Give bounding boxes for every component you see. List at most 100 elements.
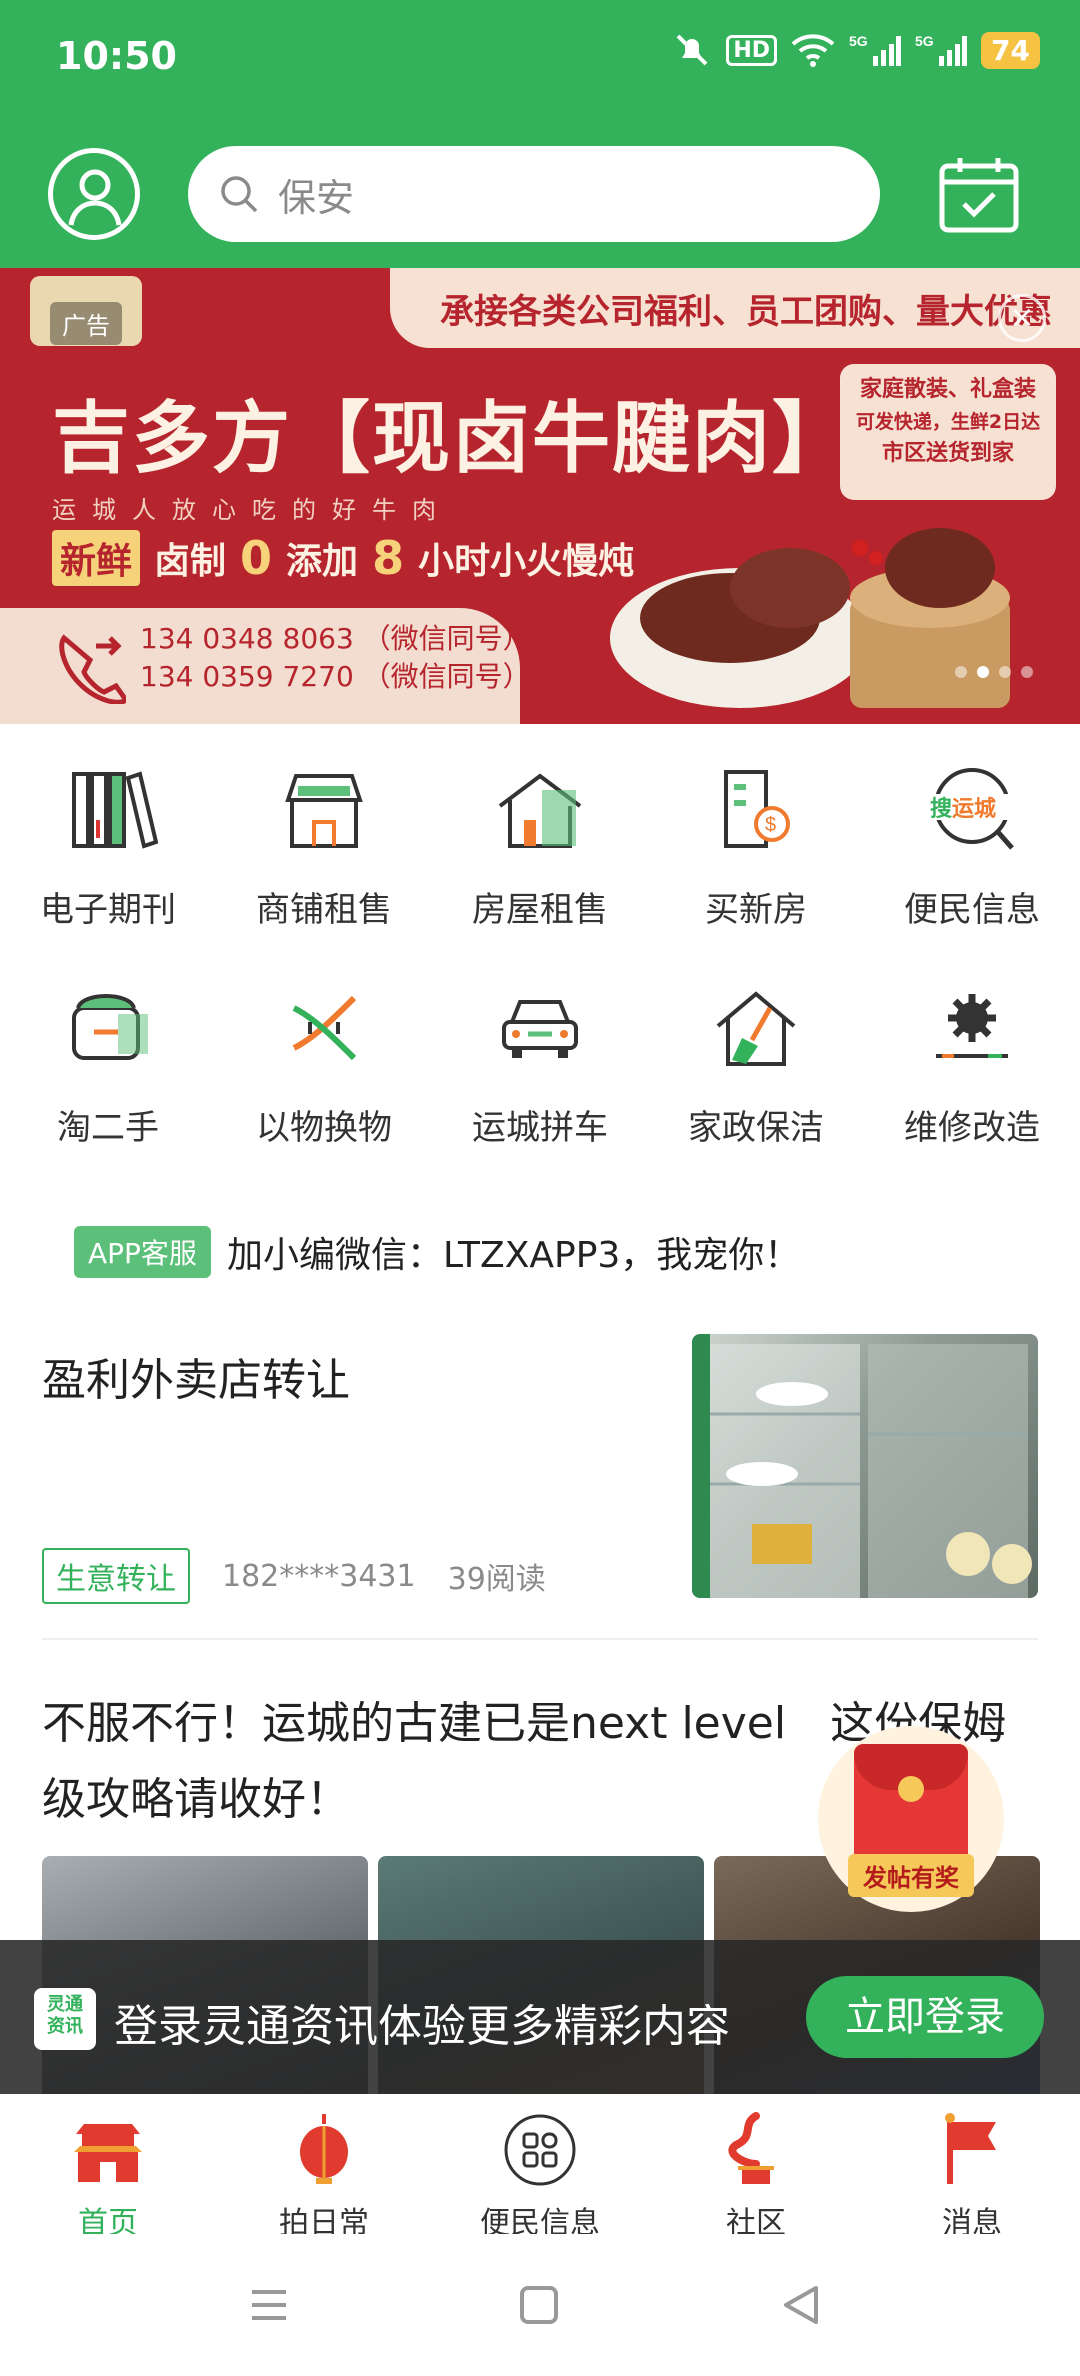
grid-row-1: 电子期刊 商铺租售 房屋租售 $ 买新房 搜运城 便民信息 <box>0 750 1080 968</box>
gear-icon <box>936 994 1008 1058</box>
banner-num-2: 8 <box>372 531 405 585</box>
banner-box-line1: 家庭散装、礼盒装 <box>859 377 1036 402</box>
lantern-icon <box>300 2114 348 2184</box>
system-nav-bar <box>0 2234 1080 2376</box>
grid-label: 淘二手 <box>57 1108 159 1148</box>
grid-item-shop-rent[interactable]: 商铺租售 <box>216 750 432 968</box>
login-prompt-text: 登录灵通资讯体验更多精彩内容 <box>114 2001 730 2052</box>
banner-pager <box>955 666 1033 678</box>
feed-item-meta: 生意转让 182****3431 39阅读 <box>42 1548 578 1604</box>
menu-icon[interactable] <box>248 2284 290 2326</box>
grid-label: 商铺租售 <box>256 890 392 930</box>
login-now-button[interactable]: 立即登录 <box>806 1976 1044 2058</box>
banner-fresh-tag: 新鲜 <box>52 530 141 586</box>
banner-close-icon[interactable]: × <box>998 294 1046 342</box>
apps-grid-icon <box>504 2114 576 2186</box>
bottom-tab-bar: 首页 拍日常 便民信息 社区 消息 <box>0 2094 1080 2241</box>
palace-icon <box>74 2124 142 2182</box>
grid-label: 买新房 <box>705 890 807 930</box>
category-tag: 生意转让 <box>42 1548 190 1604</box>
envelope-coin <box>898 1776 924 1802</box>
status-time: 10:50 <box>56 34 177 78</box>
hd-icon: HD <box>726 34 778 66</box>
grid-item-housekeeping[interactable]: 家政保洁 <box>648 968 864 1186</box>
grid-item-house-rent[interactable]: 房屋租售 <box>432 750 648 968</box>
grid-item-convenience[interactable]: 搜运城 便民信息 <box>864 750 1080 968</box>
grid-item-second-hand[interactable]: 淘二手 <box>0 968 216 1186</box>
beef-image <box>610 528 1010 708</box>
grid-label: 便民信息 <box>904 890 1040 930</box>
battery-icon: 74 <box>981 31 1040 69</box>
search-yuncheng-icon: 搜运城 <box>928 768 1016 850</box>
grid-label: 房屋租售 <box>472 890 608 930</box>
tab-home[interactable]: 首页 <box>0 2094 216 2241</box>
grid-label: 家政保洁 <box>688 1108 824 1148</box>
user-avatar-button[interactable] <box>48 148 140 240</box>
user-icon <box>68 169 122 226</box>
feed-item-thumbnail <box>692 1334 1038 1598</box>
svg-text:搜: 搜 <box>930 797 953 822</box>
grid-item-new-house[interactable]: $ 买新房 <box>648 750 864 968</box>
basket-icon <box>72 994 148 1060</box>
banner-text-b: 添加 <box>286 541 359 582</box>
pager-dot-active <box>977 666 989 678</box>
post-reward-button[interactable]: 发帖有奖 <box>818 1726 1004 1912</box>
ad-label: 广告 <box>50 302 122 345</box>
banner-top-text: 承接各类公司福利、员工团购、量大优惠 <box>390 268 1080 348</box>
pager-dot <box>955 666 967 678</box>
banner-box-line2: 可发快递，生鲜2日达 <box>855 411 1041 433</box>
grid-row-2: 淘二手 以物换物 运城拼车 家政保洁 维修改造 <box>0 968 1080 1186</box>
tab-daily-photos[interactable]: 拍日常 <box>216 2094 432 2241</box>
flag-icon <box>945 2113 996 2184</box>
customer-service-notice[interactable]: APP客服 加小编微信：LTZXAPP3，我宠你！ <box>74 1226 800 1278</box>
feed-item-phone: 182****3431 <box>222 1558 416 1594</box>
app-logo-line2: 资讯 <box>47 2016 83 2037</box>
grid-label: 维修改造 <box>904 1108 1040 1148</box>
tab-community[interactable]: 社区 <box>648 2094 864 2241</box>
banner-box-line3: 市区送货到家 <box>881 441 1014 466</box>
signal-5g-icon-2: 5G <box>915 33 968 66</box>
back-icon[interactable] <box>780 2284 822 2326</box>
search-placeholder[interactable]: 保安 <box>278 167 354 222</box>
new-house-icon: $ <box>724 770 790 848</box>
fridge-image <box>692 1334 1032 1598</box>
calendar-checkin-icon[interactable] <box>938 154 1020 236</box>
grid-label: 以物换物 <box>256 1108 392 1148</box>
search-bar[interactable]: 保安 <box>188 146 880 242</box>
pager-dot <box>999 666 1011 678</box>
tab-messages[interactable]: 消息 <box>864 2094 1080 2241</box>
feed-item-shop-transfer[interactable]: 盈利外卖店转让 生意转让 182****3431 39阅读 <box>42 1334 1038 1604</box>
exchange-icon <box>292 995 357 1061</box>
svg-text:5G: 5G <box>849 33 868 49</box>
phone-icon <box>59 634 126 704</box>
grid-item-repair[interactable]: 维修改造 <box>864 968 1080 1186</box>
books-icon <box>72 771 159 849</box>
grid-label: 电子期刊 <box>40 890 176 930</box>
banner-text-a: 卤制 <box>154 541 227 582</box>
app-logo-line1: 灵通 <box>47 1994 83 2015</box>
pager-dot <box>1021 666 1033 678</box>
ad-banner[interactable]: 承接各类公司福利、员工团购、量大优惠 广告 × 吉多方【现卤牛腱肉】 运城人放心… <box>0 268 1080 724</box>
banner-headline: 吉多方【现卤牛腱肉】 <box>52 394 853 484</box>
status-bar: 10:50 HD 5G 5G 74 <box>0 0 1080 120</box>
feed-item-reads: 39阅读 <box>447 1562 546 1597</box>
home-icon[interactable] <box>518 2284 560 2326</box>
svg-text:5G: 5G <box>915 33 934 49</box>
tab-convenience[interactable]: 便民信息 <box>432 2094 648 2241</box>
grid-item-carpool[interactable]: 运城拼车 <box>432 968 648 1186</box>
banner-phone-2: 134 0359 7270 （微信同号） <box>140 660 531 693</box>
search-icon <box>221 176 258 213</box>
banner-info-box: 家庭散装、礼盒装 可发快递，生鲜2日达 市区送货到家 <box>840 364 1056 500</box>
grid-item-exchange[interactable]: 以物换物 <box>216 968 432 1186</box>
feed-divider <box>42 1638 1038 1640</box>
wifi-icon <box>791 34 835 67</box>
service-grid: 电子期刊 商铺租售 房屋租售 $ 买新房 搜运城 便民信息 淘二手 以物换物 运… <box>0 750 1080 1186</box>
reward-label: 发帖有奖 <box>848 1854 974 1897</box>
shop-icon <box>285 774 363 848</box>
grid-item-ejournal[interactable]: 电子期刊 <box>0 750 216 968</box>
feed-item-title: 盈利外卖店转让 <box>42 1355 350 1406</box>
app-logo-icon: 灵通 资讯 <box>34 1988 96 2050</box>
banner-phone-1: 134 0348 8063 （微信同号） <box>140 622 531 655</box>
status-icons: HD 5G 5G 74 <box>672 30 1040 70</box>
banner-num-1: 0 <box>240 531 273 585</box>
